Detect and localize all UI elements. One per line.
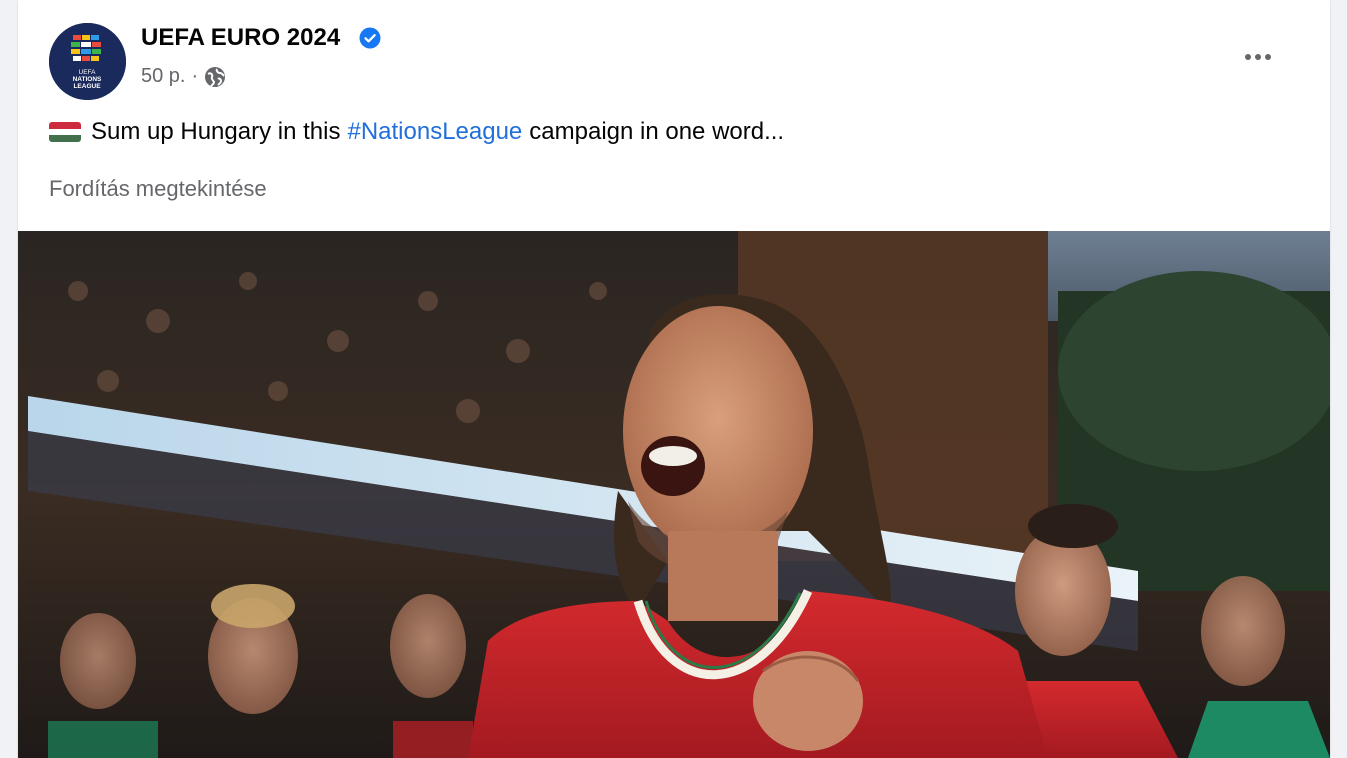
see-translation-link[interactable]: Fordítás megtekintése — [49, 176, 267, 202]
hashtag-link[interactable]: #NationsLeague — [347, 118, 522, 146]
globe-icon[interactable] — [204, 66, 226, 88]
page-avatar[interactable]: UEFA NATIONS LEAGUE — [49, 23, 126, 100]
hungary-flag-icon — [49, 122, 81, 142]
post-card: UEFA NATIONS LEAGUE UEFA EURO 2024 50 p.… — [18, 0, 1330, 758]
post-timestamp[interactable]: 50 p. — [141, 65, 185, 88]
meta-separator: · — [191, 65, 199, 87]
logo-line-2: NATIONS — [73, 76, 102, 83]
more-options-icon[interactable] — [1238, 42, 1278, 72]
post-message: Sum up Hungary in this #NationsLeague ca… — [49, 118, 784, 146]
post-photo[interactable] — [18, 231, 1330, 758]
post-text-before: Sum up Hungary in this — [91, 118, 341, 145]
logo-line-3: LEAGUE — [73, 83, 101, 90]
verified-badge-icon — [359, 27, 381, 49]
logo-line-1: UEFA — [79, 69, 97, 76]
post-meta: 50 p. · — [141, 65, 226, 88]
nations-league-logo-icon: UEFA NATIONS LEAGUE — [49, 23, 126, 100]
post-text-after: campaign in one word... — [529, 118, 785, 145]
page-name[interactable]: UEFA EURO 2024 — [141, 24, 340, 52]
